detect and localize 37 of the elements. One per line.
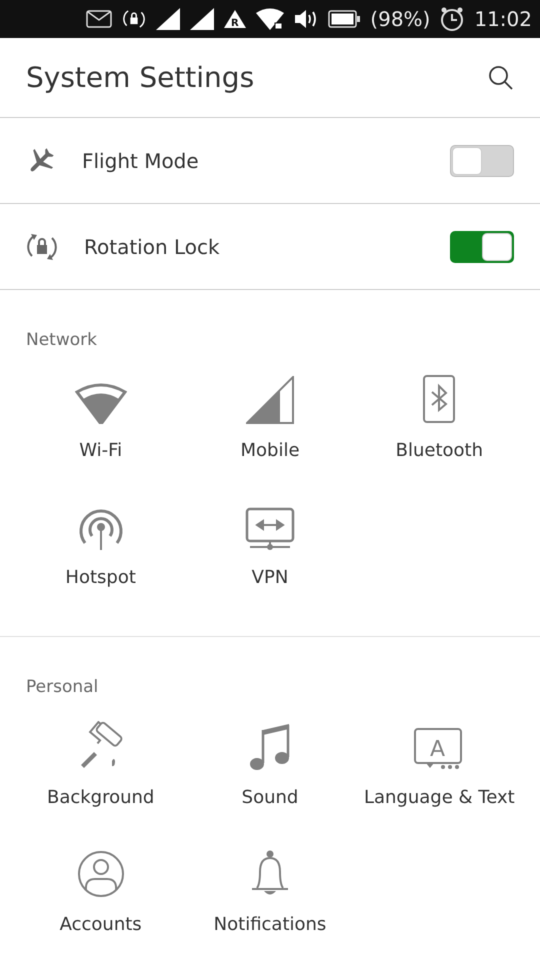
- settings-item[interactable]: Notifications: [185, 844, 355, 960]
- vpn-icon: [244, 507, 295, 551]
- battery-percentage: (98%): [370, 7, 430, 31]
- account-icon: [76, 850, 125, 898]
- settings-item[interactable]: Sound: [185, 717, 355, 844]
- settings-item[interactable]: Accounts: [16, 844, 186, 960]
- settings-item[interactable]: VPN: [185, 497, 355, 624]
- clock-time: 11:02: [474, 7, 532, 31]
- section-header: Personal: [25, 677, 98, 697]
- page-title: System Settings: [26, 61, 254, 94]
- roaming-icon: R: [224, 10, 246, 28]
- setting-label: Rotation Lock: [84, 234, 221, 258]
- bluetooth-icon: [422, 374, 456, 424]
- wifi-icon: [74, 382, 127, 424]
- toggle-switch[interactable]: [450, 230, 514, 262]
- toggle-switch[interactable]: [450, 144, 514, 176]
- settings-item[interactable]: Bluetooth: [354, 370, 524, 497]
- section-header: Network: [25, 330, 97, 350]
- settings-item[interactable]: Hotspot: [16, 497, 186, 624]
- volume-icon: [294, 8, 318, 30]
- signal-icon: [190, 8, 214, 30]
- settings-item[interactable]: A Language & Text: [354, 717, 524, 844]
- signal-icon: [156, 8, 180, 30]
- settings-item[interactable]: Wi-Fi: [16, 370, 186, 497]
- rotation-lock-icon: [26, 232, 58, 262]
- settings-item[interactable]: Mobile: [185, 370, 355, 497]
- rotation-lock-icon: [122, 8, 146, 30]
- mail-icon: [86, 10, 112, 28]
- battery-icon: [328, 10, 360, 28]
- search-button[interactable]: [488, 64, 514, 90]
- wifi-icon: [256, 8, 284, 30]
- alarm-clock-icon: [440, 7, 464, 31]
- language-icon-letter: A: [430, 737, 446, 762]
- signal-icon: [246, 376, 294, 424]
- music-note-icon: [248, 721, 291, 771]
- setting-label: Flight Mode: [82, 148, 200, 172]
- settings-item[interactable]: Background: [16, 717, 186, 844]
